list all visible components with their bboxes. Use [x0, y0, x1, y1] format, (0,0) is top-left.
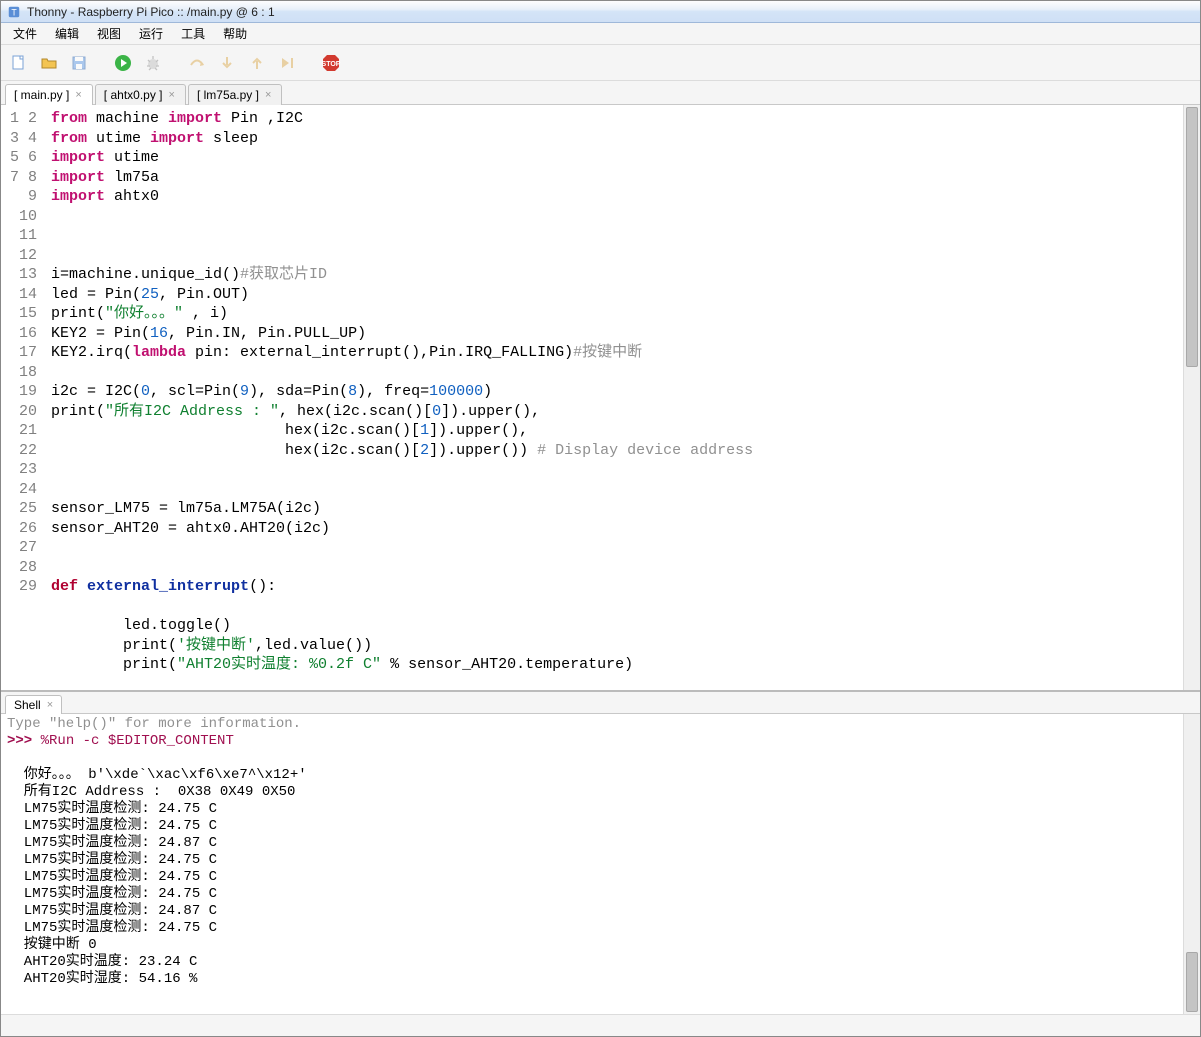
- shell-region: Shell × Type "help()" for more informati…: [1, 692, 1200, 1014]
- new-file-button[interactable]: [7, 51, 31, 75]
- close-icon[interactable]: ×: [75, 90, 81, 101]
- svg-text:STOP: STOP: [322, 61, 341, 68]
- editor-scrollbar[interactable]: [1183, 105, 1200, 690]
- shell-scrollbar[interactable]: [1183, 714, 1200, 1014]
- menu-tools[interactable]: 工具: [173, 23, 213, 44]
- editor-tab-label: [ ahtx0.py ]: [104, 88, 163, 102]
- step-out-button[interactable]: [245, 51, 269, 75]
- step-over-button[interactable]: [185, 51, 209, 75]
- editor-tab-1[interactable]: [ ahtx0.py ] ×: [95, 84, 186, 105]
- menu-file[interactable]: 文件: [5, 23, 45, 44]
- close-icon[interactable]: ×: [265, 90, 271, 101]
- close-icon[interactable]: ×: [47, 700, 53, 711]
- toolbar: STOP: [1, 45, 1200, 81]
- save-file-button[interactable]: [67, 51, 91, 75]
- run-button[interactable]: [111, 51, 135, 75]
- shell-tab-label: Shell: [14, 698, 41, 712]
- shell-output[interactable]: Type "help()" for more information. >>> …: [1, 714, 1183, 1014]
- shell-tabs: Shell ×: [1, 692, 1200, 714]
- menu-help[interactable]: 帮助: [215, 23, 255, 44]
- menu-view[interactable]: 视图: [89, 23, 129, 44]
- window-title: Thonny - Raspberry Pi Pico :: /main.py @…: [27, 5, 275, 19]
- app-icon: T: [7, 5, 21, 19]
- titlebar: T Thonny - Raspberry Pi Pico :: /main.py…: [1, 1, 1200, 23]
- statusbar: [1, 1014, 1200, 1036]
- close-icon[interactable]: ×: [169, 90, 175, 101]
- step-into-button[interactable]: [215, 51, 239, 75]
- menu-edit[interactable]: 编辑: [47, 23, 87, 44]
- svg-text:T: T: [11, 7, 17, 17]
- stop-button[interactable]: STOP: [319, 51, 343, 75]
- menubar: 文件 编辑 视图 运行 工具 帮助: [1, 23, 1200, 45]
- editor-tabs: [ main.py ] × [ ahtx0.py ] × [ lm75a.py ] ×: [1, 81, 1200, 105]
- open-file-button[interactable]: [37, 51, 61, 75]
- menu-run[interactable]: 运行: [131, 23, 171, 44]
- editor-tab-0[interactable]: [ main.py ] ×: [5, 84, 93, 105]
- editor-body[interactable]: 1 2 3 4 5 6 7 8 9 10 11 12 13 14 15 16 1…: [1, 105, 1200, 690]
- editor-tab-label: [ main.py ]: [14, 88, 69, 102]
- editor-tab-2[interactable]: [ lm75a.py ] ×: [188, 84, 282, 105]
- editor-tab-label: [ lm75a.py ]: [197, 88, 259, 102]
- code-area[interactable]: from machine import Pin ,I2C from utime …: [45, 105, 1183, 690]
- shell-tab[interactable]: Shell ×: [5, 695, 62, 714]
- line-gutter: 1 2 3 4 5 6 7 8 9 10 11 12 13 14 15 16 1…: [1, 105, 45, 690]
- resume-button[interactable]: [275, 51, 299, 75]
- debug-button[interactable]: [141, 51, 165, 75]
- editor-region: [ main.py ] × [ ahtx0.py ] × [ lm75a.py ] × 1…: [1, 81, 1200, 692]
